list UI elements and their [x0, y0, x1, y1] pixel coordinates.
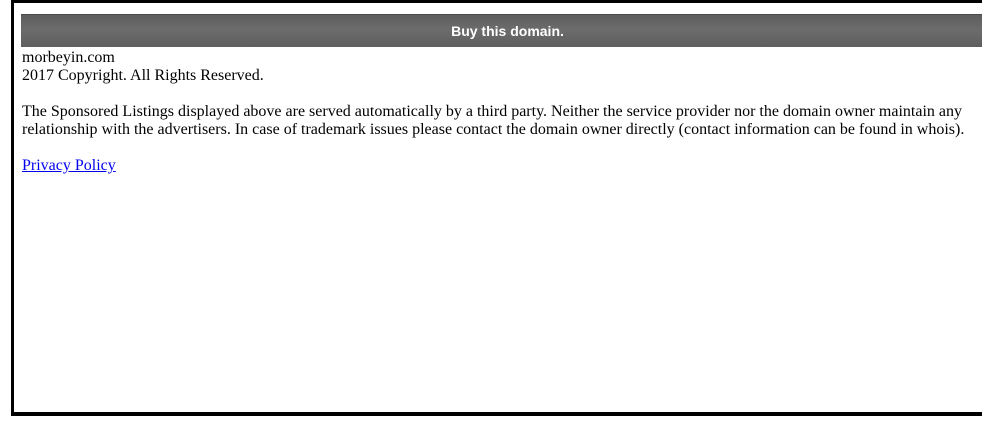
buy-domain-banner[interactable]: Buy this domain. — [21, 14, 982, 47]
domain-name: morbeyin.com — [22, 49, 115, 66]
copyright-text: 2017 Copyright. All Rights Reserved. — [22, 67, 264, 84]
sponsored-listings-disclaimer: The Sponsored Listings displayed above a… — [22, 103, 965, 138]
page-viewport: Buy this domain. morbeyin.com 2017 Copyr… — [11, 0, 982, 416]
privacy-policy-paragraph: Privacy Policy — [22, 157, 970, 175]
buy-domain-link[interactable]: Buy this domain. — [451, 23, 564, 39]
main-content: morbeyin.com 2017 Copyright. All Rights … — [22, 49, 970, 175]
privacy-policy-link[interactable]: Privacy Policy — [22, 157, 116, 174]
